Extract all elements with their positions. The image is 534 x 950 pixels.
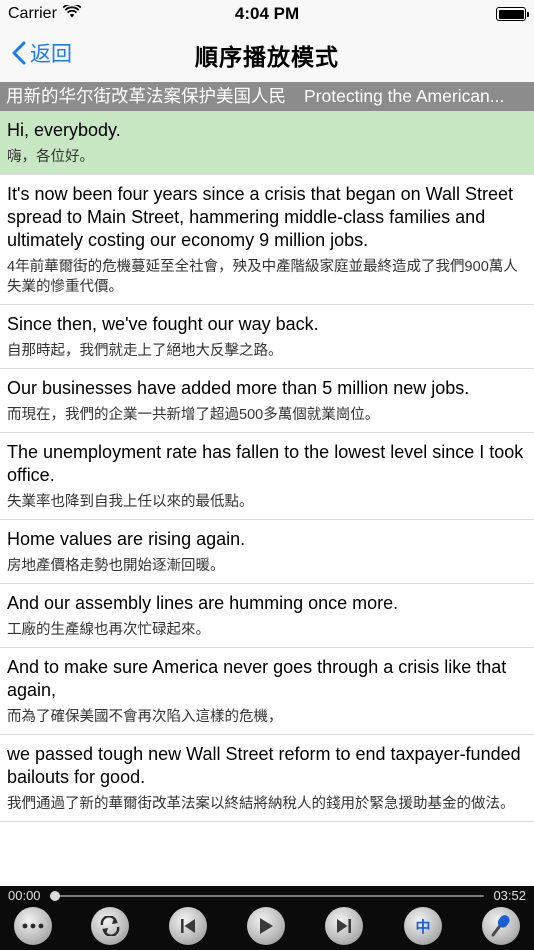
sentence-english: The unemployment rate has fallen to the …	[7, 442, 524, 485]
status-bar: Carrier 4:04 PM	[0, 0, 534, 28]
sentence-item[interactable]: Home values are rising again. 房地產價格走勢也開始逐…	[0, 520, 534, 584]
sentence-chinese: 房地產價格走勢也開始逐漸回暖。	[7, 558, 225, 574]
sentence-item[interactable]: It's now been four years since a crisis …	[0, 175, 534, 305]
chevron-left-icon	[12, 41, 26, 65]
repeat-icon	[98, 916, 122, 936]
progress-slider[interactable]	[54, 895, 484, 897]
repeat-mode-button[interactable]	[91, 907, 129, 945]
ellipsis-icon	[22, 923, 44, 929]
chinese-toggle-button[interactable]: 中	[404, 907, 442, 945]
back-button[interactable]: 返回	[12, 38, 72, 68]
previous-button[interactable]	[169, 907, 207, 945]
sentence-english: Hi, everybody.	[7, 120, 121, 140]
sentence-item[interactable]: And our assembly lines are humming once …	[0, 584, 534, 648]
article-title-zh: 用新的华尔街改革法案保护美国人民	[6, 86, 286, 106]
total-time: 03:52	[493, 888, 526, 903]
sentence-item[interactable]: Since then, we've fought our way back. 自那…	[0, 305, 534, 369]
sentence-english: Since then, we've fought our way back.	[7, 314, 319, 334]
more-button[interactable]	[14, 907, 52, 945]
audio-player: 00:00 03:52 中	[0, 886, 534, 950]
sentence-chinese: 自那時起，我們就走上了絕地大反擊之路。	[7, 343, 283, 359]
sentence-list[interactable]: Hi, everybody. 嗨，各位好。 It's now been four y…	[0, 111, 534, 886]
carrier-label: Carrier	[8, 5, 57, 22]
sentence-item[interactable]: And to make sure America never goes thro…	[0, 648, 534, 735]
sentence-item[interactable]: Our businesses have added more than 5 mi…	[0, 369, 534, 433]
progress-knob[interactable]	[50, 891, 60, 901]
sentence-chinese: 嗨，各位好。	[7, 149, 94, 165]
sentence-english: It's now been four years since a crisis …	[7, 184, 514, 250]
article-title-en: Protecting the American...	[304, 86, 505, 106]
battery-icon	[496, 7, 529, 21]
sentence-english: we passed tough new Wall Street reform t…	[7, 744, 521, 787]
sentence-chinese: 而現在，我們的企業一共新增了超過500多萬個就業崗位。	[7, 407, 380, 423]
sentence-english: Home values are rising again.	[7, 529, 246, 549]
skip-back-icon	[180, 918, 196, 934]
progress-row: 00:00 03:52	[0, 886, 534, 906]
sentence-english: And to make sure America never goes thro…	[7, 657, 507, 700]
current-time: 00:00	[8, 888, 41, 903]
skip-forward-icon	[336, 918, 352, 934]
status-left: Carrier	[8, 3, 82, 23]
sentence-item[interactable]: The unemployment rate has fallen to the …	[0, 433, 534, 520]
sentence-item[interactable]: we passed tough new Wall Street reform t…	[0, 735, 534, 822]
battery-level	[498, 9, 524, 19]
sentence-chinese: 而為了確保美國不會再次陷入這樣的危機，	[7, 709, 283, 725]
play-icon	[258, 917, 274, 935]
microphone-icon	[490, 914, 512, 938]
sentence-chinese: 4年前華爾街的危機蔓延至全社會，殃及中產階級家庭並最終造成了我們900萬人失業的…	[7, 259, 518, 295]
page-title: 順序播放模式	[195, 44, 339, 70]
sentence-chinese: 我們通過了新的華爾街改革法案以終結將納稅人的錢用於緊急援助基金的做法。	[7, 796, 515, 812]
sentence-english: Our businesses have added more than 5 mi…	[7, 378, 470, 398]
nav-bar: 返回 順序播放模式	[0, 28, 534, 82]
sentence-chinese: 工廠的生產線也再次忙碌起來。	[7, 622, 210, 638]
chinese-char-icon: 中	[415, 917, 431, 936]
article-title-banner: 用新的华尔街改革法案保护美国人民 Protecting the American.…	[0, 82, 534, 111]
player-controls: 中	[0, 905, 534, 950]
sentence-english: And our assembly lines are humming once …	[7, 593, 399, 613]
sentence-item[interactable]: Hi, everybody. 嗨，各位好。	[0, 111, 534, 175]
sentence-chinese: 失業率也降到自我上任以來的最低點。	[7, 494, 254, 510]
wifi-icon	[62, 3, 82, 23]
next-button[interactable]	[325, 907, 363, 945]
record-button[interactable]	[482, 907, 520, 945]
play-button[interactable]	[247, 907, 285, 945]
back-label: 返回	[30, 43, 72, 66]
